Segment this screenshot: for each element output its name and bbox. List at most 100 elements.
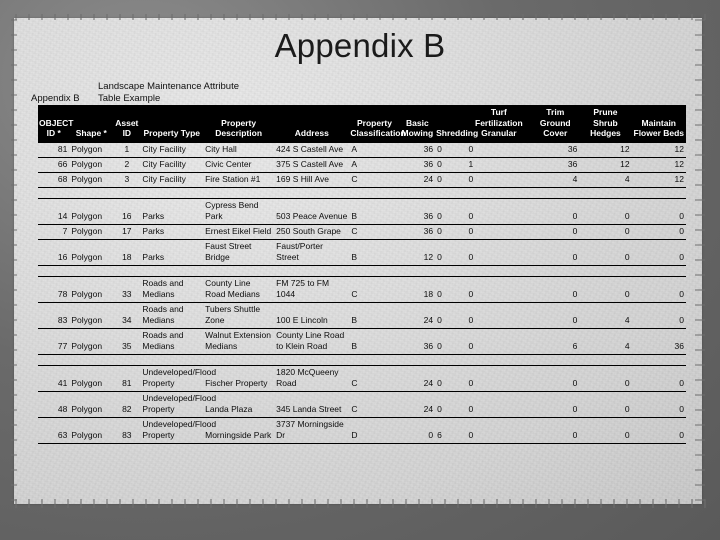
- col-shape[interactable]: Shape *: [69, 105, 114, 142]
- table-row[interactable]: 68 Polygon 3 City Facility Fire Station #1 16…: [38, 171, 686, 188]
- table-header-row: OBJECT ID * Shape * Asset ID Property Ty…: [38, 105, 686, 142]
- cell-property-classification: C: [349, 275, 400, 303]
- cell-maintain-flower-beds: 0: [631, 364, 686, 392]
- col-maintain-flower-beds[interactable]: Maintain Flower Beds: [631, 105, 686, 142]
- table-row[interactable]: 14 Polygon 16 Parks Cypress Bend Park 503 Pea…: [38, 197, 686, 225]
- table-row[interactable]: 16 Polygon 18 Parks Faust Street Bridge Faust…: [38, 238, 686, 266]
- cell-prune-shrub-hedges: 0: [579, 364, 632, 392]
- cell-shape: Polygon: [69, 223, 114, 240]
- cell-asset-id: 82: [113, 390, 141, 418]
- cell-trim-ground-cover: 0: [531, 301, 580, 329]
- cell-asset-id: 83: [113, 416, 141, 444]
- col-object-id[interactable]: OBJECT ID *: [38, 105, 73, 142]
- cell-shredding: 0: [435, 327, 467, 355]
- cell-shredding: 0: [435, 238, 467, 266]
- caption-appendix-label: Appendix B: [31, 93, 80, 104]
- cell-turf-fertilization-granular: 0: [466, 390, 532, 418]
- col-address[interactable]: Address: [274, 105, 350, 142]
- caption-table-example: Landscape Maintenance Attribute Table Ex…: [98, 81, 240, 104]
- cell-prune-shrub-hedges: 12: [579, 156, 632, 173]
- cell-property-description: County Line Road Medians: [203, 275, 275, 303]
- cell-maintain-flower-beds: 36: [631, 327, 686, 355]
- cell-address: 375 S Castell Ave: [274, 156, 350, 173]
- table-group-spacer: [38, 354, 686, 365]
- col-property-classification[interactable]: Property Classification: [349, 105, 406, 142]
- cell-prune-shrub-hedges: 0: [579, 223, 632, 240]
- cell-property-type: City Facility: [140, 141, 204, 158]
- cell-address: FM 725 to FM 1044: [274, 275, 350, 303]
- cell-shape: Polygon: [69, 327, 114, 355]
- cell-shredding: 0: [435, 223, 467, 240]
- cell-shredding: 0: [435, 364, 467, 392]
- col-prune-shrub-hedges[interactable]: Prune Shrub Hedges: [579, 105, 632, 142]
- cell-property-description: Faust Street Bridge: [203, 238, 275, 266]
- cell-turf-fertilization-granular: 0: [466, 238, 532, 266]
- col-asset-id[interactable]: Asset ID: [113, 105, 141, 142]
- cell-asset-id: 17: [113, 223, 141, 240]
- cell-property-type: Parks: [140, 223, 204, 240]
- cell-shredding: 0: [435, 141, 467, 158]
- col-property-type[interactable]: Property Type: [140, 105, 204, 142]
- cell-basic-mowing: 24: [399, 301, 436, 329]
- cell-trim-ground-cover: 6: [531, 327, 580, 355]
- table-row[interactable]: 66 Polygon 2 City Facility Civic Center 375 S…: [38, 156, 686, 173]
- cell-shape: Polygon: [69, 197, 114, 225]
- cell-object-id: 77: [38, 327, 70, 355]
- cell-address: Faust/Porter Street: [274, 238, 350, 266]
- table-row[interactable]: 83 Polygon 34 Roads and Medians Tubers Shutt…: [38, 301, 686, 329]
- table-row[interactable]: 7 Polygon 17 Parks Ernest Eikel Field 250 Sou…: [38, 223, 686, 240]
- cell-basic-mowing: 24: [399, 390, 436, 418]
- cell-basic-mowing: 24: [399, 364, 436, 392]
- cell-property-type: Undeveloped/Flood Property: [140, 390, 216, 418]
- cell-basic-mowing: 36: [399, 141, 436, 158]
- page-title: Appendix B: [274, 27, 446, 64]
- cell-trim-ground-cover: 0: [531, 275, 580, 303]
- cell-property-classification: C: [349, 364, 400, 392]
- cell-shape: Polygon: [69, 275, 114, 303]
- table-row[interactable]: 81 Polygon 1 City Facility City Hall 424 S Ca…: [38, 141, 686, 158]
- cell-shape: Polygon: [69, 301, 114, 329]
- table-row[interactable]: 77 Polygon 35 Roads and Medians Walnut Exten…: [38, 327, 686, 355]
- cell-shredding: 0: [435, 390, 467, 418]
- cell-trim-ground-cover: 0: [531, 223, 580, 240]
- col-shredding[interactable]: Shredding: [435, 105, 478, 142]
- table-row[interactable]: 63 Polygon 83 Undeveloped/Flood Property Mor…: [38, 416, 686, 444]
- cell-object-id: 66: [38, 156, 70, 173]
- cell-property-classification: C: [349, 171, 400, 188]
- cell-basic-mowing: 36: [399, 327, 436, 355]
- cell-prune-shrub-hedges: 12: [579, 141, 632, 158]
- table-row[interactable]: 78 Polygon 33 Roads and Medians County Line …: [38, 275, 686, 303]
- cell-shredding: 0: [435, 171, 467, 188]
- cell-maintain-flower-beds: 12: [631, 171, 686, 188]
- cell-object-id: 16: [38, 238, 70, 266]
- cell-object-id: 68: [38, 171, 70, 188]
- cell-prune-shrub-hedges: 4: [579, 301, 632, 329]
- cell-property-description: Civic Center: [203, 156, 275, 173]
- cell-shredding: 0: [435, 156, 467, 173]
- cell-asset-id: 34: [113, 301, 141, 329]
- cell-basic-mowing: 12: [399, 238, 436, 266]
- cell-prune-shrub-hedges: 0: [579, 275, 632, 303]
- cell-property-type: Undeveloped/Flood Property: [140, 416, 216, 444]
- cell-basic-mowing: 36: [399, 223, 436, 240]
- cell-turf-fertilization-granular: 0: [466, 141, 532, 158]
- cell-property-type: Parks: [140, 197, 204, 225]
- cell-property-classification: B: [349, 327, 400, 355]
- cell-shredding: 0: [435, 275, 467, 303]
- attribute-table-wrapper: OBJECT ID * Shape * Asset ID Property Ty…: [38, 105, 686, 444]
- cell-property-type: Undeveloped/Flood Property: [140, 364, 216, 392]
- slide-canvas: Appendix B Appendix B Landscape Maintena…: [0, 0, 720, 540]
- table-row[interactable]: 41 Polygon 81 Undeveloped/Flood Property Fis…: [38, 364, 686, 392]
- cell-trim-ground-cover: 0: [531, 364, 580, 392]
- col-basic-mowing[interactable]: Basic Mowing: [399, 105, 436, 142]
- cell-property-description: Cypress Bend Park: [203, 197, 275, 225]
- cell-property-type: City Facility: [140, 156, 204, 173]
- cell-address: 1820 McQueeny Road: [274, 364, 350, 392]
- cell-maintain-flower-beds: 0: [631, 416, 686, 444]
- col-trim-ground-cover[interactable]: Trim Ground Cover: [531, 105, 580, 142]
- cell-prune-shrub-hedges: 0: [579, 197, 632, 225]
- cell-object-id: 7: [38, 223, 70, 240]
- col-property-description[interactable]: Property Description: [203, 105, 275, 142]
- table-row[interactable]: 48 Polygon 82 Undeveloped/Flood Property Lan…: [38, 390, 686, 418]
- cell-property-classification: A: [349, 141, 400, 158]
